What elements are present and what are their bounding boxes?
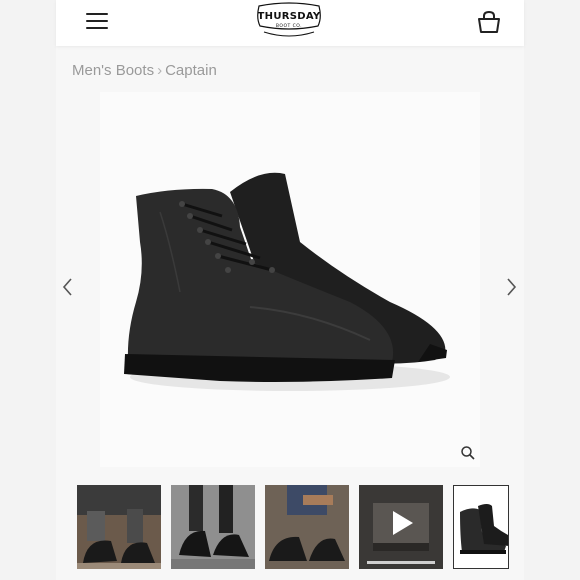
hamburger-menu-icon[interactable] bbox=[86, 12, 110, 32]
thumbnail-video[interactable] bbox=[359, 485, 443, 569]
product-main-image[interactable] bbox=[100, 92, 480, 467]
chevron-right-icon[interactable] bbox=[503, 276, 519, 298]
breadcrumb: Men's Boots › Captain bbox=[72, 62, 217, 79]
shopping-bag-icon[interactable] bbox=[476, 9, 502, 35]
thumbnail-boots-product[interactable] bbox=[453, 485, 509, 569]
thumbnail-strip bbox=[77, 485, 517, 570]
breadcrumb-separator: › bbox=[157, 62, 163, 79]
breadcrumb-mens-boots[interactable]: Men's Boots bbox=[72, 62, 154, 79]
thumbnail-tying-laces[interactable] bbox=[265, 485, 349, 569]
logo-subtitle: BOOT CO. bbox=[275, 24, 303, 29]
thumbnail-walking-lifestyle[interactable] bbox=[171, 485, 255, 569]
thursday-logo[interactable]: THURSDAY BOOT CO. bbox=[254, 2, 324, 40]
logo-wordmark: THURSDAY bbox=[257, 11, 321, 22]
thumbnail-lacing-lifestyle[interactable] bbox=[77, 485, 161, 569]
site-header: THURSDAY BOOT CO. bbox=[56, 0, 524, 46]
magnifier-icon[interactable] bbox=[460, 445, 476, 461]
chevron-left-icon[interactable] bbox=[60, 276, 76, 298]
breadcrumb-captain[interactable]: Captain bbox=[165, 62, 217, 79]
boots-illustration bbox=[124, 172, 450, 391]
